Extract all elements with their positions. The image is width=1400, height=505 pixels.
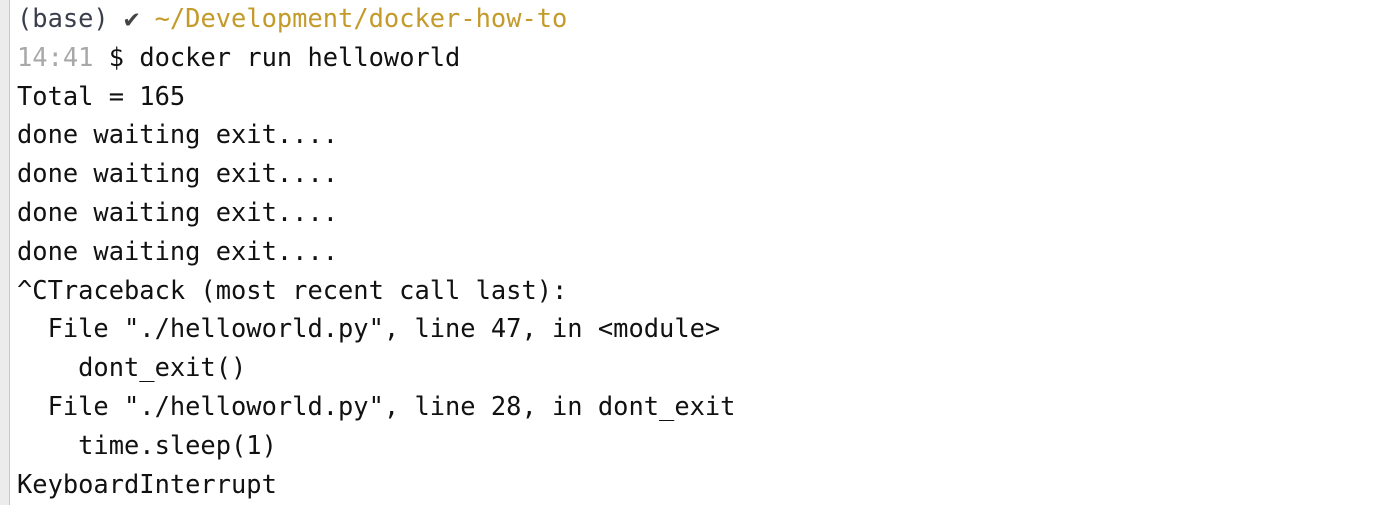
command-text: docker run helloworld: [139, 41, 461, 72]
output-line: time.sleep(1): [17, 429, 277, 460]
terminal-output[interactable]: (base) ✔ ~/Development/docker-how-to 14:4…: [17, 0, 735, 503]
output-line: ^CTraceback (most recent call last):: [17, 274, 568, 305]
output-line: KeyboardInterrupt: [17, 468, 277, 499]
prompt-time: 14:41: [17, 41, 94, 72]
current-path: ~/Development/docker-how-to: [154, 3, 568, 33]
prompt-line: (base) ✔ ~/Development/docker-how-to: [17, 0, 735, 38]
prompt-symbol: $: [108, 41, 125, 72]
output-line: File "./helloworld.py", line 28, in dont…: [17, 390, 736, 421]
output-line: done waiting exit....: [17, 196, 339, 227]
output-line: done waiting exit....: [17, 158, 339, 189]
command-line: 14:41 $ docker run helloworld: [17, 38, 735, 77]
output-line: done waiting exit....: [17, 119, 339, 150]
terminal-gutter: [0, 0, 10, 505]
output-line: Total = 165: [17, 80, 186, 111]
output-line: File "./helloworld.py", line 47, in <mod…: [17, 313, 721, 344]
output-line: dont_exit(): [17, 352, 247, 383]
check-icon: ✔: [124, 3, 140, 33]
conda-env: (base): [17, 3, 109, 33]
output-line: done waiting exit....: [17, 235, 339, 266]
